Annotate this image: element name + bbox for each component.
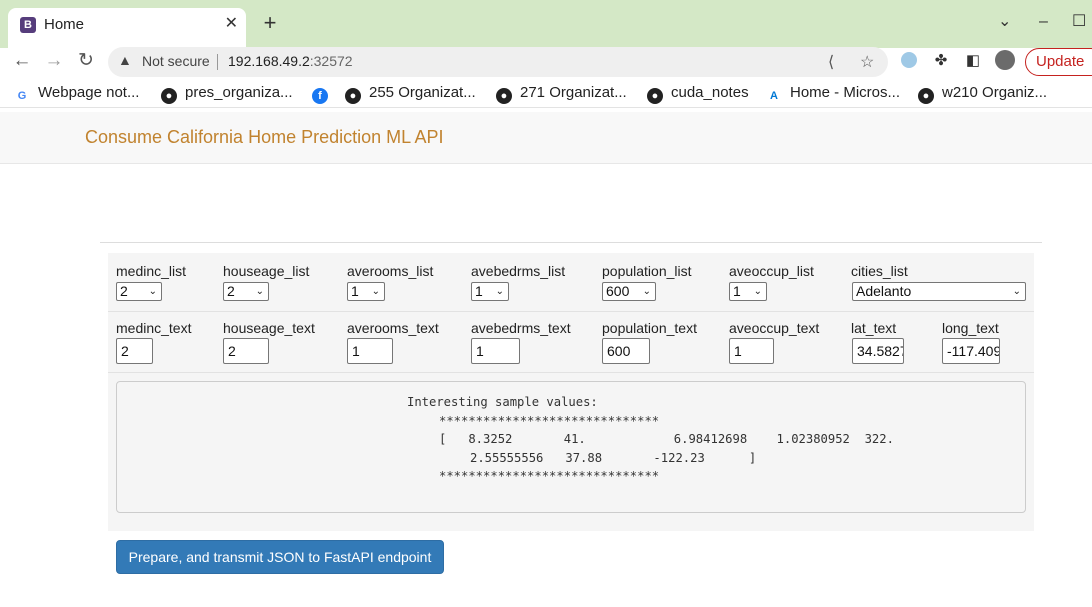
github-icon: ●: [345, 88, 361, 104]
chevron-down-icon: ⌄: [148, 286, 157, 297]
averooms-text-label: averooms_text: [347, 320, 439, 336]
chevron-down-icon: ⌄: [495, 286, 504, 297]
sample-values-box: Interesting sample values: **************…: [116, 381, 1026, 513]
row-divider: [108, 372, 1034, 373]
tab-home[interactable]: B Home ✕: [8, 8, 246, 48]
github-icon: ●: [647, 88, 663, 104]
chevron-down-icon: ⌄: [753, 286, 762, 297]
reload-icon[interactable]: ↻: [72, 48, 100, 74]
back-icon[interactable]: ←: [8, 48, 36, 74]
maximize-icon[interactable]: ☐: [1072, 12, 1086, 32]
sample-array-row-2: 2.55555556 37.88 -122.23 ]: [470, 450, 757, 465]
bookmarks-bar: G Webpage not... ● pres_organiza... f ● 255…: [0, 80, 1092, 108]
share-icon[interactable]: ⟨: [828, 52, 834, 72]
aveoccup-text-label: aveoccup_text: [729, 320, 820, 336]
bookmark-item[interactable]: ● 255 Organizat...: [345, 84, 476, 104]
sample-heading: Interesting sample values:: [407, 395, 598, 409]
close-icon[interactable]: ✕: [225, 15, 238, 33]
bookmark-item[interactable]: ● 271 Organizat...: [496, 84, 627, 104]
population-text-input[interactable]: 600: [602, 338, 650, 364]
app-navbar: Consume California Home Prediction ML AP…: [0, 112, 1092, 164]
avebedrms-list-select[interactable]: 1 ⌄: [471, 282, 509, 301]
url-text[interactable]: 192.168.49.2:32572: [228, 53, 353, 69]
medinc-text-input[interactable]: 2: [116, 338, 153, 364]
security-label[interactable]: Not secure: [142, 53, 210, 69]
browser-toolbar: ← → ↻ ▲ Not secure 192.168.49.2:32572 ⟨ …: [0, 47, 1092, 77]
github-icon: ●: [161, 88, 177, 104]
averooms-list-label: averooms_list: [347, 263, 434, 279]
omnibox-divider: [217, 54, 218, 70]
medinc-list-label: medinc_list: [116, 263, 187, 279]
update-button[interactable]: Update: [1025, 48, 1092, 76]
github-icon: ●: [496, 88, 512, 104]
prediction-form: medinc_list 2 ⌄ houseage_list 2 ⌄ averooms…: [108, 253, 1034, 531]
sample-array-row-1: [ 8.3252 41. 6.98412698 1.02380952 322.: [439, 432, 894, 446]
minimize-icon[interactable]: –: [1039, 12, 1048, 32]
population-list-label: population_list: [602, 263, 692, 279]
lat-text-label: lat_text: [851, 320, 897, 336]
averooms-list-select[interactable]: 1 ⌄: [347, 282, 385, 301]
submit-json-button[interactable]: Prepare, and transmit JSON to FastAPI en…: [116, 540, 444, 574]
aveoccup-list-label: aveoccup_list: [729, 263, 814, 279]
houseage-text-input[interactable]: 2: [223, 338, 269, 364]
sample-stars-bottom: ******************************: [439, 469, 660, 483]
chevron-down-icon: ⌄: [642, 286, 651, 297]
avebedrms-text-label: avebedrms_text: [471, 320, 571, 336]
extensions-puzzle-icon[interactable]: ✤: [930, 50, 952, 72]
medinc-text-label: medinc_text: [116, 320, 192, 336]
chevron-down-icon: ⌄: [371, 286, 380, 297]
row-divider: [108, 311, 1034, 312]
bookmark-item[interactable]: ● w210 Organiz...: [918, 84, 1047, 104]
extension-lens-icon[interactable]: [898, 50, 920, 72]
bookmark-item[interactable]: ● pres_organiza...: [161, 84, 293, 104]
tab-title: Home: [44, 16, 85, 33]
profile-avatar-icon[interactable]: [994, 50, 1016, 72]
bookmark-item[interactable]: A Home - Micros...: [766, 84, 900, 104]
address-bar[interactable]: ▲ Not secure 192.168.49.2:32572 ⟨ ☆: [108, 47, 888, 77]
chevron-down-icon: ⌄: [255, 286, 264, 297]
cities-list-select[interactable]: Adelanto ⌄: [852, 282, 1026, 301]
long-text-input[interactable]: -117.409: [942, 338, 1000, 364]
tab-strip: B Home ✕ + ⌄ – ☐: [0, 0, 1092, 48]
section-divider: [100, 242, 1042, 243]
bookmark-star-icon[interactable]: ☆: [860, 52, 874, 72]
azure-icon: A: [770, 90, 778, 102]
averooms-text-input[interactable]: 1: [347, 338, 393, 364]
cities-list-label: cities_list: [851, 263, 908, 279]
bootstrap-favicon-icon: B: [20, 17, 36, 33]
navbar-brand[interactable]: Consume California Home Prediction ML AP…: [85, 127, 444, 148]
tab-search-chevron-icon[interactable]: ⌄: [998, 12, 1011, 32]
bookmark-item[interactable]: f: [312, 84, 336, 104]
population-list-select[interactable]: 600 ⌄: [602, 282, 656, 301]
bookmark-item[interactable]: ● cuda_notes: [647, 84, 749, 104]
houseage-list-label: houseage_list: [223, 263, 310, 279]
avebedrms-list-label: avebedrms_list: [471, 263, 566, 279]
sample-stars-top: ******************************: [439, 413, 660, 428]
medinc-list-select[interactable]: 2 ⌄: [116, 282, 162, 301]
lat-text-input[interactable]: 34.5827: [852, 338, 904, 364]
bookmark-item[interactable]: G Webpage not...: [14, 84, 140, 104]
houseage-list-select[interactable]: 2 ⌄: [223, 282, 269, 301]
facebook-icon: f: [312, 88, 328, 104]
aveoccup-text-input[interactable]: 1: [729, 338, 774, 364]
long-text-label: long_text: [942, 320, 999, 336]
aveoccup-list-select[interactable]: 1 ⌄: [729, 282, 767, 301]
avebedrms-text-input[interactable]: 1: [471, 338, 520, 364]
houseage-text-label: houseage_text: [223, 320, 315, 336]
side-panel-icon[interactable]: ◧: [962, 50, 984, 72]
warning-icon[interactable]: ▲: [118, 52, 132, 68]
google-icon: G: [17, 90, 27, 102]
new-tab-icon[interactable]: +: [258, 12, 282, 36]
population-text-label: population_text: [602, 320, 697, 336]
chevron-down-icon: ⌄: [1012, 286, 1021, 297]
github-icon: ●: [918, 88, 934, 104]
forward-icon[interactable]: →: [40, 48, 68, 74]
